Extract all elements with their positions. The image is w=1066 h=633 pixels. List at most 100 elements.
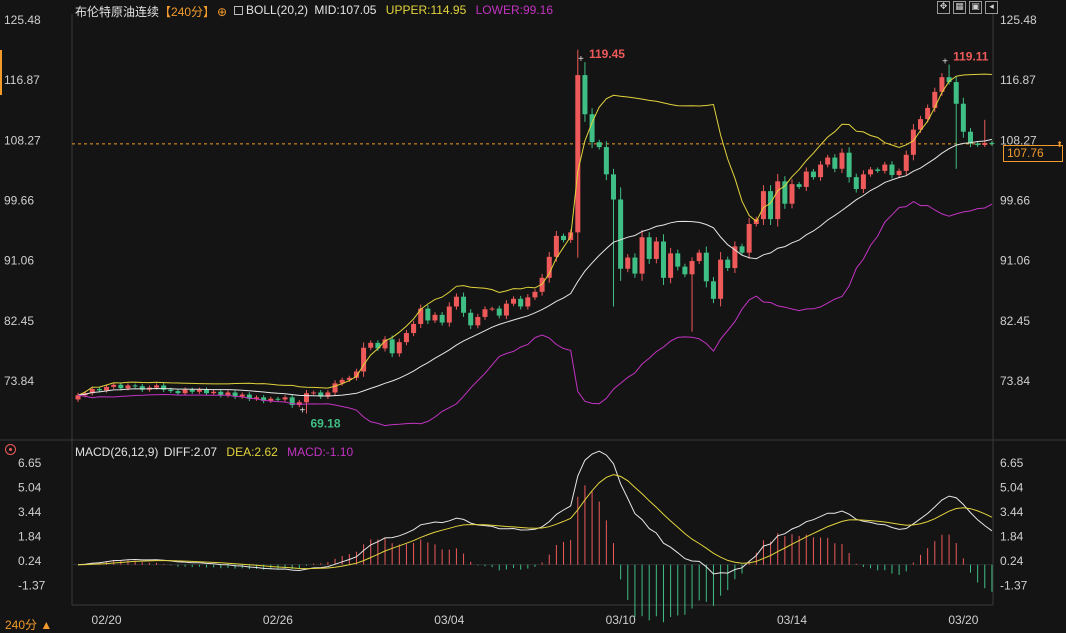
candle-body: [182, 389, 188, 394]
y-tick-label-right: 125.48: [1000, 13, 1037, 27]
candle-body: [553, 235, 559, 257]
candle-body: [511, 298, 517, 304]
y-tick-label-left: 82.45: [4, 314, 34, 328]
candle-body: [168, 389, 174, 392]
candle-body: [682, 266, 688, 275]
candle-body: [175, 391, 181, 394]
candle-body: [368, 342, 374, 348]
candle-body: [703, 252, 709, 282]
candle-body: [896, 170, 902, 176]
macd-y-tick-label-left: 1.84: [18, 530, 42, 544]
y-tick-label-right: 91.06: [1000, 254, 1030, 268]
candle-body: [311, 392, 317, 394]
candle-body: [846, 152, 852, 178]
macd-y-tick-label-left: 3.44: [18, 505, 42, 519]
candle-body: [803, 171, 809, 187]
y-tick-label-right: 108.27: [1000, 133, 1037, 147]
candle-body: [646, 237, 652, 259]
candle-body: [546, 256, 552, 278]
candle-body: [446, 306, 452, 323]
candle-body: [596, 142, 602, 148]
candle-body: [796, 184, 802, 187]
candle-body: [204, 389, 210, 394]
candle-body: [989, 142, 995, 144]
chart-canvas[interactable]: 125.48 125.48 116.87 116.87 108.27 108.27 99.6…: [0, 0, 1066, 631]
candle-body: [860, 174, 866, 190]
candle-body: [889, 164, 895, 176]
candle-body: [775, 181, 781, 220]
candle-body: [396, 342, 402, 354]
candle-body: [639, 237, 645, 274]
candle-body: [625, 257, 631, 269]
candle-body: [482, 309, 488, 317]
candle-body: [275, 398, 281, 400]
candle-body: [632, 257, 638, 274]
candle-body: [303, 393, 309, 403]
y-tick-label-left: 125.48: [4, 13, 41, 27]
candle-body: [668, 253, 674, 278]
candle-body: [853, 177, 859, 190]
candle-body: [975, 143, 981, 145]
candle-body: [932, 91, 938, 108]
candle-body: [689, 261, 695, 275]
candle-body: [746, 223, 752, 253]
active-pane-marker: [0, 50, 2, 95]
y-tick-label-left: 116.87: [4, 73, 40, 87]
candle-body: [403, 333, 409, 343]
x-tick-label: 03/20: [948, 613, 978, 627]
candle-body: [118, 384, 124, 389]
candle-body: [710, 281, 716, 299]
candle-body: [839, 152, 845, 169]
macd-y-tick-label-right: -1.37: [1000, 579, 1028, 593]
candle-body: [875, 169, 881, 171]
extreme-label: 119.11: [953, 50, 989, 64]
y-tick-label-right: 116.87: [1000, 73, 1036, 87]
candle-body: [768, 191, 774, 220]
x-tick-label: 03/10: [606, 613, 636, 627]
candle-body: [818, 164, 824, 178]
candle-body: [675, 253, 681, 267]
y-tick-label-right: 73.84: [1000, 374, 1030, 388]
extreme-label: 69.18: [310, 417, 340, 431]
macd-y-tick-label-left: 5.04: [18, 481, 42, 495]
y-tick-label-right: 82.45: [1000, 314, 1030, 328]
candle-body: [660, 241, 666, 278]
candle-body: [782, 181, 788, 204]
y-tick-label-right: 99.66: [1000, 194, 1030, 208]
candle-body: [825, 157, 831, 165]
candle-body: [132, 385, 138, 387]
candle-body: [375, 342, 381, 349]
x-tick-label: 03/04: [434, 613, 464, 627]
candle-body: [739, 246, 745, 253]
y-tick-label-left: 91.06: [4, 254, 34, 268]
macd-y-tick-label-right: 0.24: [1000, 554, 1024, 568]
candle-body: [96, 388, 102, 391]
candle-body: [189, 389, 195, 392]
extreme-marker: +: [300, 406, 306, 417]
candle-body: [503, 303, 509, 316]
macd-y-tick-label-left: 0.24: [18, 554, 42, 568]
candle-body: [582, 75, 588, 115]
candle-body: [425, 308, 431, 321]
candle-body: [532, 291, 538, 298]
candle-body: [489, 308, 495, 310]
candle-body: [953, 82, 959, 104]
candle-body: [111, 384, 117, 387]
candle-body: [196, 389, 202, 392]
candle-body: [104, 386, 110, 391]
x-tick-label: 02/26: [263, 613, 293, 627]
candle-body: [868, 169, 874, 175]
candle-body: [453, 296, 459, 307]
candle-body: [653, 241, 659, 259]
y-tick-label-left: 99.66: [4, 194, 34, 208]
boll-upper-line: [77, 73, 992, 396]
candle-body: [960, 103, 966, 132]
x-tick-label: 02/20: [92, 613, 122, 627]
candle-body: [525, 297, 531, 307]
candle-body: [618, 199, 624, 269]
macd-dea-line: [77, 474, 993, 570]
candle-body: [218, 391, 224, 396]
y-tick-label-left: 73.84: [4, 374, 34, 388]
candle-body: [760, 191, 766, 220]
extreme-marker: +: [578, 54, 584, 65]
